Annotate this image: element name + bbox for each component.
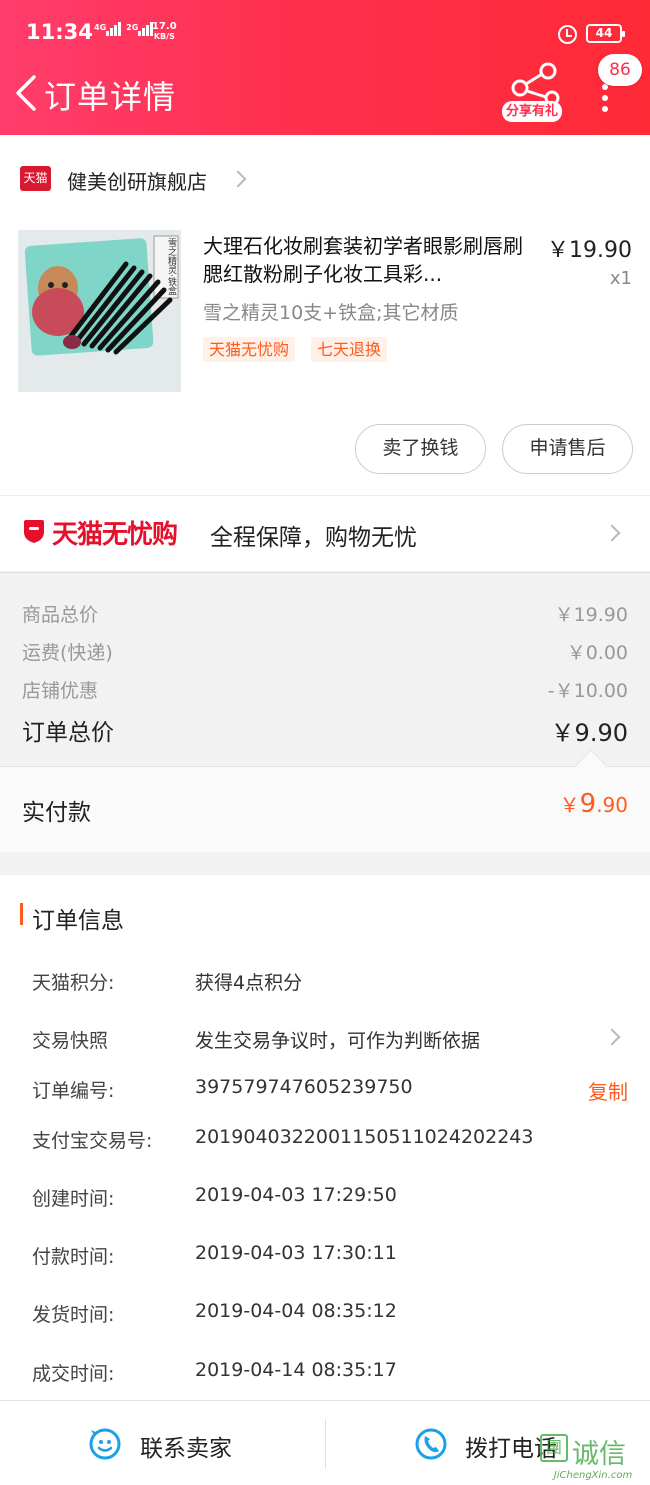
order-info-section: 订单信息 天猫积分: 获得4点积分 交易快照 发生交易争议时，可作为判断依据 订… [0,875,650,1400]
back-arrow-icon[interactable] [14,74,38,112]
phone-icon [415,1428,447,1460]
alarm-icon [558,25,577,44]
net-speed: 17.0 KB/S [152,22,177,42]
paid-section: 实付款 ￥9.90 [0,766,650,852]
share-icon [511,62,560,104]
price-row-shipping: 运费(快递) ￥0.00 [22,638,628,665]
tmall-logo: 天猫 [20,166,51,191]
product-price: ￥19.90 [547,238,632,263]
price-label: 运费(快递) [22,642,113,664]
order-info-title: 订单信息 [32,908,124,934]
signal-indicator: 4G 2G [94,22,158,36]
watermark-logo: 團 诚信 JiChengXin.com [536,1432,650,1485]
status-bar: 11:34 4G 2G 17.0 KB/S 44 [0,0,650,66]
info-value: 397579747605239750 [195,1076,413,1098]
worry-free-logo: 天猫无忧购 [52,520,178,550]
paid-value: ￥9.90 [560,789,628,819]
paid-label: 实付款 [22,800,91,826]
shop-name[interactable]: 健美创研旗舰店 [67,166,207,195]
product-box-text: 雪之精灵·铁盒 [166,238,176,295]
chat-smile-icon [89,1428,121,1460]
price-value: -￥10.00 [547,680,628,702]
watermark-mark: 團 [540,1434,568,1462]
price-row-discount: 店铺优惠 -￥10.00 [22,676,628,703]
info-value: 2019-04-03 17:29:50 [195,1184,397,1206]
worry-free-desc: 全程保障，购物无忧 [210,525,417,551]
info-label: 付款时间: [32,1246,115,1268]
price-section: 商品总价 ￥19.90 运费(快递) ￥0.00 店铺优惠 -￥10.00 订单… [0,572,650,766]
paid-dec: .90 [596,793,628,817]
section-accent-bar [20,903,23,925]
network-type-1: 4G [94,23,107,32]
more-menu-icon[interactable] [600,84,610,114]
snapshot-chevron-icon[interactable] [603,1028,621,1046]
product-quantity: x1 [609,268,632,289]
info-value: 发生交易争议时，可作为判断依据 [195,1030,481,1052]
contact-seller-label: 联系卖家 [140,1436,232,1462]
copy-order-number-button[interactable]: 复制 [588,1076,628,1105]
battery-icon: 44 [586,24,625,43]
price-label: 店铺优惠 [22,680,99,702]
price-value: ￥0.00 [566,642,628,664]
share-label: 分享有礼 [502,101,563,122]
order-total-row: 订单总价 ￥9.90 [22,713,628,747]
product-photo-icon [18,230,181,392]
message-badge[interactable]: 86 [598,54,642,86]
price-label: 商品总价 [22,604,99,626]
info-label: 创建时间: [32,1188,115,1210]
info-label: 天猫积分: [32,972,115,994]
after-sale-button[interactable]: 申请售后 [502,424,633,474]
info-value: 2019-04-04 08:35:12 [195,1300,397,1322]
order-total-label: 订单总价 [22,720,114,746]
info-value: 2019-04-03 17:30:11 [195,1242,397,1264]
info-label: 发货时间: [32,1304,115,1326]
net-speed-value: 17.0 [152,21,177,32]
network-type-2: 2G [126,23,139,32]
tag-worry-free: 天猫无忧购 [203,337,296,362]
info-label: 订单编号: [32,1080,115,1102]
info-label: 成交时间: [32,1363,115,1385]
app-header: 11:34 4G 2G 17.0 KB/S 44 订单详情 分享有礼 86 [0,0,650,135]
info-value: 获得4点积分 [195,972,303,994]
order-total-value: ￥9.90 [550,719,628,747]
share-button[interactable]: 分享有礼 [500,62,566,124]
info-value: 2019-04-14 08:35:17 [195,1359,397,1381]
paid-int: 9 [579,789,597,819]
info-label: 交易快照 [32,1030,109,1052]
paid-symbol: ￥ [559,793,580,817]
worry-free-banner[interactable]: 天猫无忧购 全程保障，购物无忧 [0,495,650,571]
page-title: 订单详情 [44,78,177,116]
sell-for-cash-button[interactable]: 卖了换钱 [355,424,486,474]
product-title[interactable]: 大理石化妆刷套装初学者眼影刷唇刷腮红散粉刷子化妆工具彩... [203,232,533,288]
price-row-subtotal: 商品总价 ￥19.90 [22,600,628,627]
watermark-url: JiChengXin.com [553,1470,633,1481]
product-sku: 雪之精灵10支+铁盒;其它材质 [203,302,459,324]
status-time: 11:34 [26,20,93,44]
net-speed-unit: KB/S [153,32,175,41]
tag-seven-day-return: 七天退换 [311,337,388,362]
worry-free-chevron-icon [603,524,621,542]
product-image[interactable]: 雪之精灵·铁盒 [18,230,181,392]
info-label: 支付宝交易号: [32,1130,153,1152]
price-value: ￥19.90 [554,604,628,626]
info-value: 2019040322001150511024202243 [195,1126,534,1148]
signal-bars-icon [106,22,122,36]
tmall-shield-icon [24,520,44,543]
watermark-chars: 诚信 [572,1439,626,1470]
contact-seller-button[interactable]: 联系卖家 [0,1401,325,1485]
